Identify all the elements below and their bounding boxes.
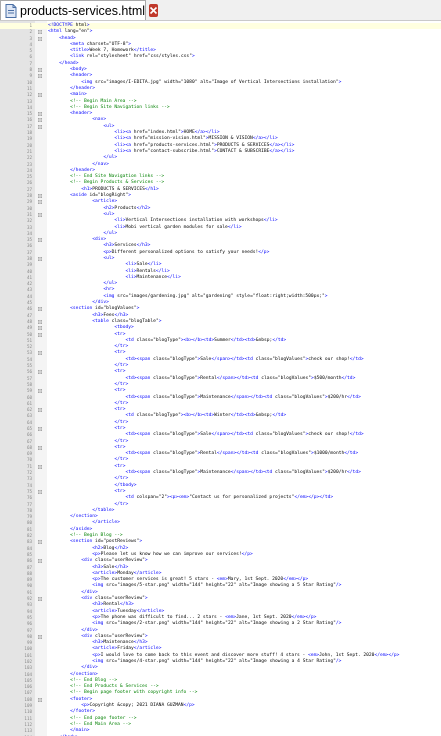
tab-products-services[interactable]: products-services.html xyxy=(0,0,159,20)
code-lines[interactable]: 1 <!DOCTYPE html> 2 <html lang="en"> 3 <head… xyxy=(0,23,441,736)
fold-toggle-icon[interactable] xyxy=(38,464,42,469)
fold-toggle-icon[interactable] xyxy=(38,194,42,199)
fold-toggle-icon[interactable] xyxy=(38,30,42,35)
tab-label: products-services.html xyxy=(20,3,146,18)
fold-toggle-icon[interactable] xyxy=(38,256,42,261)
fold-toggle-icon[interactable] xyxy=(38,200,42,205)
fold-toggle-icon[interactable] xyxy=(38,212,42,217)
fold-toggle-icon[interactable] xyxy=(38,332,42,337)
file-icon xyxy=(5,3,17,18)
fold-toggle-icon[interactable] xyxy=(38,489,42,494)
close-icon[interactable] xyxy=(149,4,159,17)
fold-toggle-icon[interactable] xyxy=(38,326,42,331)
fold-toggle-icon[interactable] xyxy=(38,93,42,98)
fold-toggle-icon[interactable] xyxy=(38,112,42,117)
fold-toggle-icon[interactable] xyxy=(38,634,42,639)
fold-toggle-icon[interactable] xyxy=(38,351,42,356)
fold-toggle-icon[interactable] xyxy=(38,697,42,702)
fold-toggle-icon[interactable] xyxy=(38,540,42,545)
fold-toggle-icon[interactable] xyxy=(38,370,42,375)
fold-toggle-icon[interactable] xyxy=(38,319,42,324)
fold-toggle-icon[interactable] xyxy=(38,445,42,450)
fold-toggle-icon[interactable] xyxy=(38,124,42,129)
code-editor[interactable]: 1 <!DOCTYPE html> 2 <html lang="en"> 3 <head… xyxy=(0,21,441,736)
fold-toggle-icon[interactable] xyxy=(38,74,42,79)
fold-toggle-icon[interactable] xyxy=(38,118,42,123)
tab-bar: products-services.html xyxy=(0,0,441,21)
fold-toggle-icon[interactable] xyxy=(38,307,42,312)
fold-toggle-icon[interactable] xyxy=(38,559,42,564)
fold-toggle-icon[interactable] xyxy=(38,36,42,41)
fold-toggle-icon[interactable] xyxy=(38,597,42,602)
fold-toggle-icon[interactable] xyxy=(38,389,42,394)
fold-toggle-icon[interactable] xyxy=(38,408,42,413)
fold-toggle-icon[interactable] xyxy=(38,68,42,73)
fold-toggle-icon[interactable] xyxy=(38,427,42,431)
fold-toggle-icon[interactable] xyxy=(38,238,42,243)
